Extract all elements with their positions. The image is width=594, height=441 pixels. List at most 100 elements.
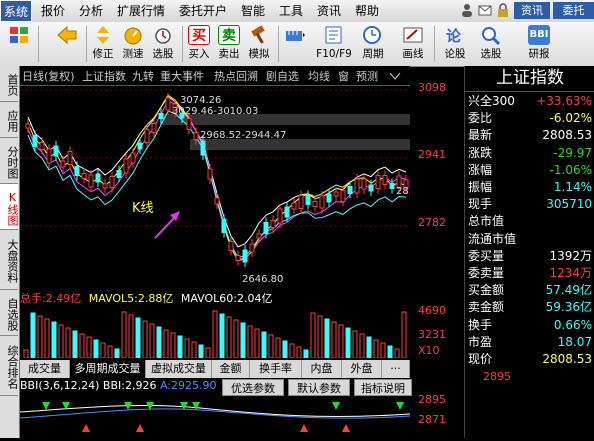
forum-label: 论股 (444, 48, 466, 60)
tab-window[interactable]: 窗 (338, 68, 349, 84)
menu-item-system[interactable]: 系统 (0, 0, 32, 22)
tab-moving-average[interactable]: 均线 (308, 68, 330, 84)
bbi-chart[interactable] (19, 396, 411, 438)
stock-pick-button[interactable]: 选股 (148, 24, 178, 64)
side-tab-apps[interactable]: 应用 (0, 102, 19, 138)
volume-tick: 4690 (418, 304, 446, 317)
tab-major-events[interactable]: 重大事件 (160, 68, 204, 84)
menu-item-quote[interactable]: 报价 (38, 0, 68, 22)
quote-key: 振幅 (468, 180, 493, 194)
tab-outer-volume[interactable]: 外盘 (342, 360, 382, 378)
side-tab-home[interactable]: 首页 (0, 66, 19, 102)
lock-icon[interactable] (496, 3, 510, 18)
sell-icon: 卖 (218, 25, 240, 45)
menu-item-tools[interactable]: 工具 (276, 0, 306, 22)
draw-line-button[interactable]: 画线 (398, 24, 428, 64)
volume-chart[interactable] (20, 304, 410, 359)
volume-bar (352, 330, 358, 359)
tab-amount[interactable]: 金额 (212, 360, 250, 378)
quote-row: 流通市值 (468, 232, 592, 247)
side-tab-ranking[interactable]: 综合排名 (0, 336, 19, 396)
tab-multi-period-volume[interactable]: 多周期成交量 (70, 360, 146, 378)
side-tab-watchlist[interactable]: 自选股 (0, 290, 19, 336)
f10-button[interactable]: F10/F9 (312, 24, 356, 64)
tab-forecast[interactable]: 预测 (356, 68, 378, 84)
quote-key: 最新 (468, 128, 493, 143)
candle-body (291, 202, 297, 210)
volume-header: 总手:2.49亿 MAVOL5:2.88亿 MAVOL60:2.04亿 (20, 290, 410, 305)
stopwatch-icon (152, 25, 174, 45)
tab-turnover[interactable]: 换手率 (250, 360, 302, 378)
tab-volume[interactable]: 成交量 (20, 360, 70, 378)
candle-body (130, 152, 136, 164)
menu-item-analysis[interactable]: 分析 (76, 0, 106, 22)
ladder-tick: 2895 (483, 370, 511, 383)
menu-item-smart[interactable]: 智能 (238, 0, 268, 22)
tab-daily-adjusted[interactable]: 日线(复权) (22, 68, 75, 84)
sell-button[interactable]: 卖 卖出 (214, 24, 244, 64)
quote-value: -6.02% (549, 111, 592, 126)
candle-body (256, 233, 262, 239)
candle-body (186, 118, 192, 130)
menu-item-extended-quote[interactable]: 扩展行情 (114, 0, 168, 22)
volume-bar (254, 328, 260, 359)
candle-body (214, 197, 220, 205)
volume-bar (79, 333, 85, 359)
menu-item-trade-account[interactable]: 委托开户 (176, 0, 230, 22)
tab-more[interactable]: ··· (382, 360, 410, 378)
quote-value: -29.97 (553, 145, 592, 160)
kline-chart[interactable]: 3074.26 3029.46-3010.03 2968.52-2944.47 … (20, 86, 421, 289)
tab-index-name[interactable]: 上证指数 (82, 68, 126, 84)
tab-hotspot-review[interactable]: 热点回溯 (214, 68, 258, 84)
volume-bar (338, 324, 344, 359)
volume-bar (121, 311, 127, 359)
trade-button[interactable]: 委托 (553, 2, 594, 19)
buy-button[interactable]: 买 买入 (184, 24, 214, 64)
candle-body (382, 175, 388, 185)
svg-text:论: 论 (446, 27, 462, 45)
side-tab-kline[interactable]: K线图 (0, 184, 19, 230)
more-tabs-icon[interactable] (388, 69, 408, 83)
candle-body (193, 132, 199, 140)
grid-button[interactable] (4, 24, 34, 64)
buy-signal-arrow (82, 424, 90, 432)
forum-button[interactable]: 论 论股 (440, 24, 470, 64)
stock-screener-button[interactable]: 选股 (476, 24, 506, 64)
quote-value: 59.36亿 (545, 300, 592, 315)
candle-body (340, 190, 346, 202)
default-params-button[interactable]: 默认参数 (288, 379, 350, 396)
bbi-label: BBI: (102, 379, 125, 392)
period-button[interactable]: 周期 (358, 24, 388, 64)
tab-inner-volume[interactable]: 内盘 (302, 360, 342, 378)
quote-value: 2808.53 (542, 352, 592, 366)
fix-button[interactable]: 修正 (88, 24, 118, 64)
tab-watchlist[interactable]: 剧自选 (266, 68, 299, 84)
menu-item-help[interactable]: 帮助 (352, 0, 382, 22)
indicator-help-button[interactable]: 指标说明 (354, 379, 412, 396)
menu-item-news[interactable]: 资讯 (314, 0, 344, 22)
candle-body (270, 220, 276, 228)
ruler-button[interactable] (280, 24, 310, 64)
research-button[interactable]: BBI 研报 (524, 24, 554, 64)
speed-test-button[interactable]: 测速 (118, 24, 148, 64)
volume-bar (177, 335, 183, 359)
side-tab-market-data[interactable]: 大盘资料 (0, 230, 19, 290)
tab-virtual-volume[interactable]: 虚拟成交量 (146, 360, 212, 378)
quote-value: 1392万 (549, 248, 592, 263)
volume-bar (100, 342, 106, 359)
side-tab-timeshare[interactable]: 分时图 (0, 138, 19, 184)
news-button[interactable]: 资讯 (514, 2, 550, 19)
candle-body (235, 255, 241, 261)
volume-bar (289, 343, 295, 359)
toolbar-divider (278, 26, 279, 62)
candle-body (249, 243, 255, 253)
low-label: 2646.80 (242, 274, 283, 285)
quote-key: 买金额 (468, 283, 505, 298)
tab-nine-turn[interactable]: 九转 (132, 68, 154, 84)
simulate-button[interactable]: 模拟 (244, 24, 274, 64)
volume-bar (380, 342, 386, 359)
candle-body (25, 123, 31, 129)
optimal-params-button[interactable]: 优选参数 (222, 379, 284, 396)
back-button[interactable] (52, 24, 82, 64)
mail-icon[interactable] (478, 3, 492, 18)
